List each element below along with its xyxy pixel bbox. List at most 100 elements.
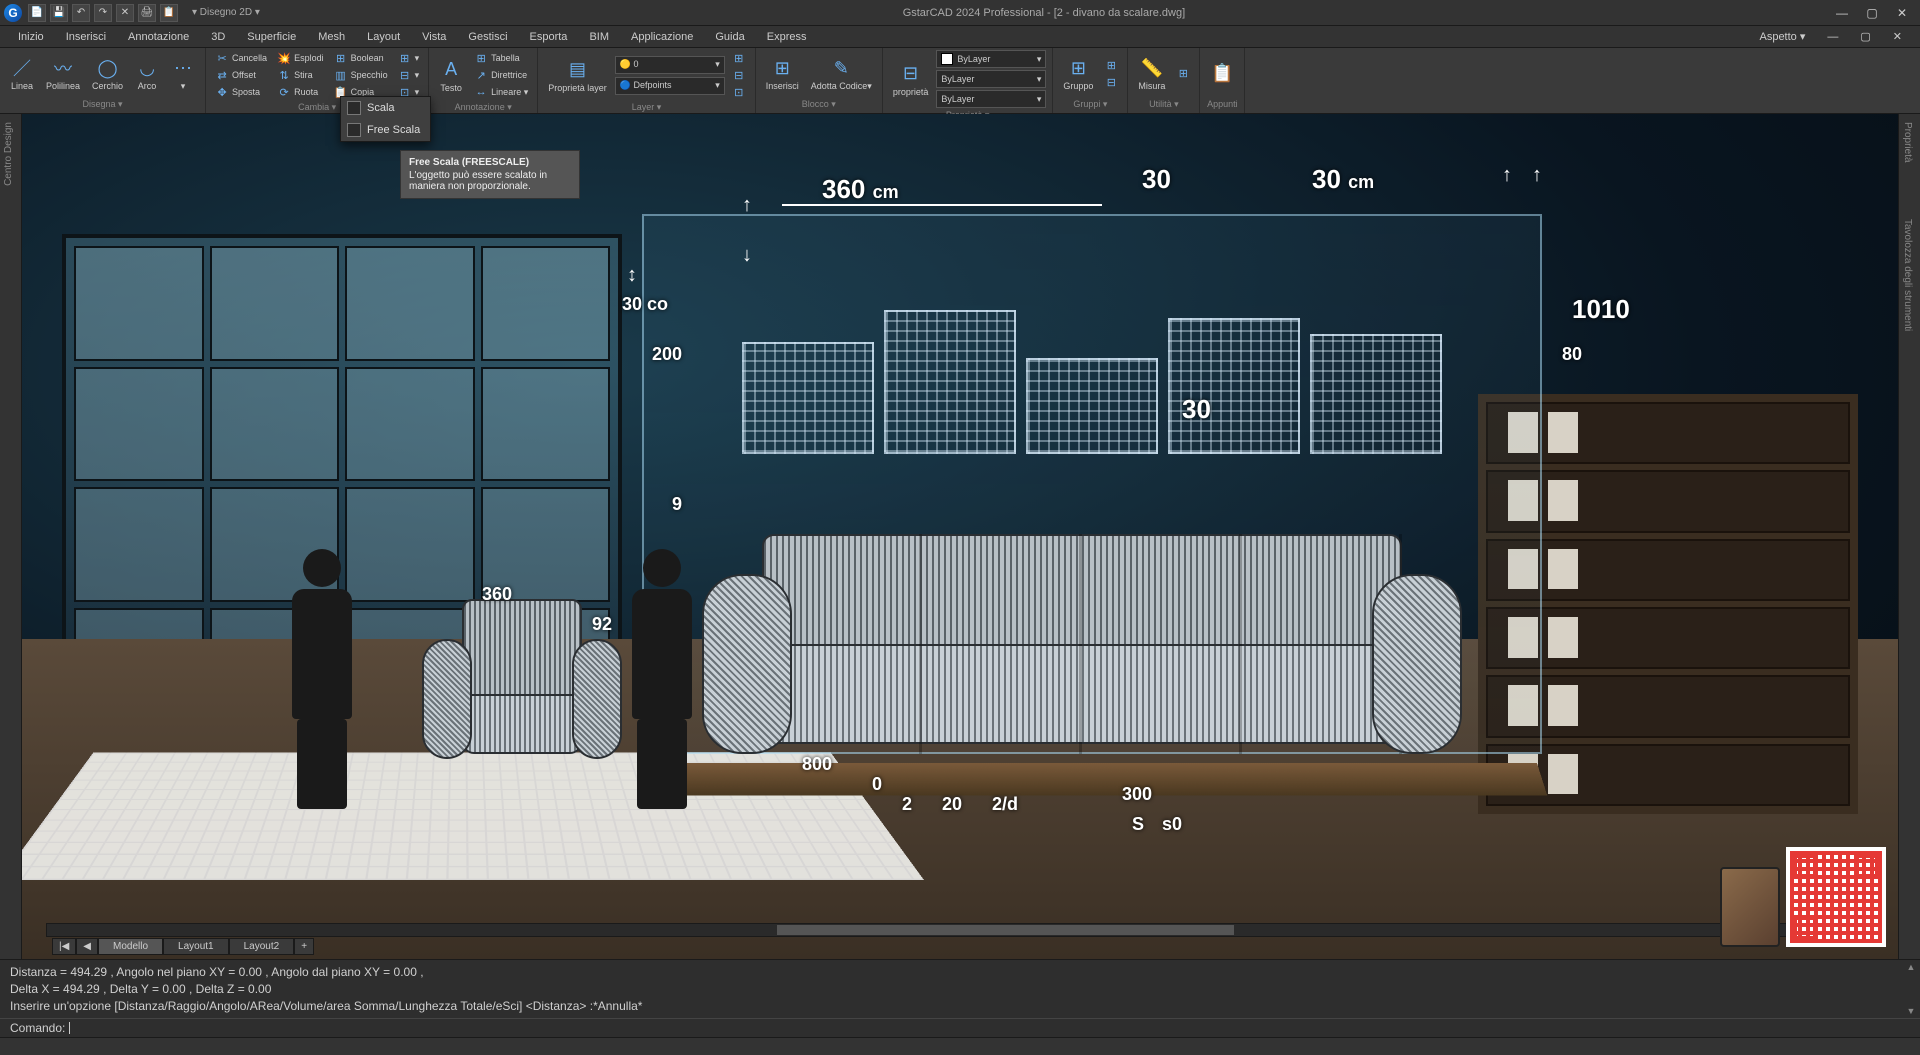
tab-nav-prev[interactable]: ◀: [76, 938, 98, 955]
tool-testo[interactable]: ATesto: [435, 56, 467, 95]
left-tab-design-center[interactable]: Centro Design: [0, 114, 17, 194]
tool-ex1[interactable]: ⊞▾: [395, 50, 423, 66]
tool-stira[interactable]: ⇅Stira: [274, 67, 327, 83]
qat-redo-icon[interactable]: ↷: [94, 4, 112, 22]
panel-layer: ▤Proprietà layer 🟡 0▾ 🔵 Defpoints▾ ⊞⊟⊡ L…: [538, 48, 756, 113]
grp-ex1[interactable]: ⊞: [1101, 57, 1121, 73]
scroll-up-icon[interactable]: ▲: [1902, 962, 1920, 972]
qat-close-icon[interactable]: ✕: [116, 4, 134, 22]
tool-cancella[interactable]: ✂Cancella: [212, 50, 270, 66]
dim-30b: 30 cm: [1312, 164, 1374, 195]
tool-misura[interactable]: 📏Misura: [1134, 54, 1169, 93]
menu-mesh[interactable]: Mesh: [308, 29, 355, 45]
tool-tabella[interactable]: ⊞Tabella: [471, 50, 531, 66]
qat-undo-icon[interactable]: ↶: [72, 4, 90, 22]
color-swatch: [941, 53, 953, 65]
right-tab-proprieta[interactable]: Proprietà: [1899, 114, 1916, 171]
minimize-button[interactable]: —: [1828, 4, 1856, 22]
tool-esplodi[interactable]: 💥Esplodi: [274, 50, 327, 66]
prop-linetype[interactable]: ByLayer▾: [936, 70, 1046, 88]
close-button[interactable]: ✕: [1888, 4, 1916, 22]
dim-30a: 30: [1142, 164, 1171, 195]
doc-min-icon[interactable]: —: [1817, 29, 1848, 45]
panel-label-layer[interactable]: Layer ▾: [544, 102, 749, 113]
tool-gruppo[interactable]: ⊞Gruppo: [1059, 54, 1097, 93]
tool-adotta[interactable]: ✎Adotta Codice▾: [807, 54, 876, 93]
maximize-button[interactable]: ▢: [1858, 4, 1886, 22]
circle-icon: ◯: [96, 56, 120, 80]
tool-ruota[interactable]: ⟳Ruota: [274, 84, 327, 100]
scroll-thumb[interactable]: [777, 925, 1234, 935]
qat-print-icon[interactable]: 🖨: [138, 4, 156, 22]
tab-add[interactable]: +: [294, 938, 314, 955]
menu-inizio[interactable]: Inizio: [8, 29, 54, 45]
menu-applicazione[interactable]: Applicazione: [621, 29, 703, 45]
tool-cerchio[interactable]: ◯Cerchio: [88, 54, 127, 93]
tool-more[interactable]: ⋯▾: [167, 54, 199, 93]
menu-guida[interactable]: Guida: [705, 29, 754, 45]
panel-label-annotazione[interactable]: Annotazione ▾: [435, 102, 531, 113]
menu-3d[interactable]: 3D: [201, 29, 235, 45]
tab-modello[interactable]: Modello: [98, 938, 163, 955]
menu-gestisci[interactable]: Gestisci: [458, 29, 517, 45]
ribbon: ／Linea 〰Polilinea ◯Cerchio ◡Arco ⋯▾ Dise…: [0, 48, 1920, 114]
tool-offset[interactable]: ⇄Offset: [212, 67, 270, 83]
tool-linea[interactable]: ／Linea: [6, 54, 38, 93]
dim-800: 800: [802, 754, 832, 775]
layer-combo-1[interactable]: 🟡 0▾: [615, 56, 725, 74]
menu-express[interactable]: Express: [757, 29, 817, 45]
menu-superficie[interactable]: Superficie: [237, 29, 306, 45]
menu-layout[interactable]: Layout: [357, 29, 410, 45]
layer-ex3[interactable]: ⊡: [729, 84, 749, 100]
doc-max-icon[interactable]: ▢: [1850, 28, 1880, 45]
util-ex1[interactable]: ⊞: [1173, 66, 1193, 82]
qat-paste-icon[interactable]: 📋: [160, 4, 178, 22]
chevron-down-icon: ▾: [1037, 74, 1042, 85]
prop-color[interactable]: ByLayer▾: [936, 50, 1046, 68]
dim-0: 0: [872, 774, 882, 795]
menu-bim[interactable]: BIM: [579, 29, 619, 45]
right-tab-tavolozza[interactable]: Tavolozza degli strumenti: [1899, 211, 1916, 339]
tool-boolean[interactable]: ⊞Boolean: [331, 50, 391, 66]
tool-polilinea[interactable]: 〰Polilinea: [42, 54, 84, 93]
tab-nav-first[interactable]: |◀: [52, 938, 76, 955]
menu-vista[interactable]: Vista: [412, 29, 456, 45]
dropdown-item-scala[interactable]: Scala: [341, 97, 430, 119]
menu-inserisci[interactable]: Inserisci: [56, 29, 116, 45]
command-input-row[interactable]: Comando:: [0, 1018, 1920, 1037]
panel-label-blocco[interactable]: Blocco ▾: [762, 99, 876, 113]
horizontal-scrollbar[interactable]: [46, 923, 1874, 937]
drawing-canvas[interactable]: 360 cm 30 30 cm 30 co 200 1010 80 30 9 9…: [22, 114, 1898, 959]
tool-lineare[interactable]: ↔Lineare ▾: [471, 84, 531, 100]
tool-sposta[interactable]: ✥Sposta: [212, 84, 270, 100]
menu-aspetto[interactable]: Aspetto ▾: [1749, 28, 1815, 45]
panel-label-utilita[interactable]: Utilità ▾: [1134, 99, 1193, 113]
tool-proprieta[interactable]: ⊟proprietà: [889, 60, 933, 99]
panel-label-disegna[interactable]: Disegna ▾: [6, 99, 199, 113]
qat-new-icon[interactable]: 📄: [28, 4, 46, 22]
scroll-down-icon[interactable]: ▼: [1902, 1006, 1920, 1016]
tool-inserisci-blocco[interactable]: ⊞Inserisci: [762, 54, 803, 93]
offset-icon: ⇄: [215, 68, 229, 82]
tool-layer-props[interactable]: ▤Proprietà layer: [544, 56, 611, 95]
panel-label-gruppi[interactable]: Gruppi ▾: [1059, 99, 1121, 113]
tool-ex2[interactable]: ⊟▾: [395, 67, 423, 83]
layer-combo-2[interactable]: 🔵 Defpoints▾: [615, 77, 725, 95]
menu-esporta[interactable]: Esporta: [520, 29, 578, 45]
dropdown-item-free-scala[interactable]: Free Scala: [341, 119, 430, 141]
doc-close-icon[interactable]: ✕: [1883, 28, 1912, 45]
tool-arco[interactable]: ◡Arco: [131, 54, 163, 93]
tab-layout1[interactable]: Layout1: [163, 938, 229, 955]
move-icon: ✥: [215, 85, 229, 99]
layer-ex1[interactable]: ⊞: [729, 50, 749, 66]
grid-icon: ⊞: [398, 51, 412, 65]
tool-appunti[interactable]: 📋: [1206, 60, 1238, 88]
tool-specchio[interactable]: ▥Specchio: [331, 67, 391, 83]
tab-layout2[interactable]: Layout2: [229, 938, 295, 955]
qat-save-icon[interactable]: 💾: [50, 4, 68, 22]
tool-direttrice[interactable]: ↗Direttrice: [471, 67, 531, 83]
grp-ex2[interactable]: ⊟: [1101, 74, 1121, 90]
layer-ex2[interactable]: ⊟: [729, 67, 749, 83]
menu-annotazione[interactable]: Annotazione: [118, 29, 199, 45]
prop-lineweight[interactable]: ByLayer▾: [936, 90, 1046, 108]
